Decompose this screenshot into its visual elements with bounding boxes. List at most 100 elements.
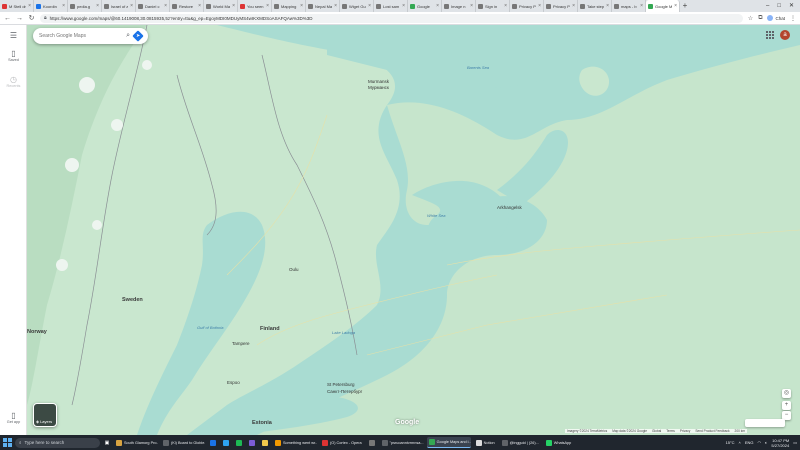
map-label-city[interactable]: Oulu	[289, 267, 299, 272]
footer-link[interactable]: Privacy	[680, 429, 690, 433]
browser-tab[interactable]: Privacy Po×	[544, 0, 578, 12]
close-tab-icon[interactable]: ×	[62, 3, 65, 9]
browser-tab[interactable]: Israel of a ×	[102, 0, 136, 12]
task-view-icon[interactable]: ▣	[103, 439, 111, 447]
browser-tab[interactable]: Take step ×	[578, 0, 612, 12]
address-bar[interactable]: 🔒︎ https://www.google.com/maps/@60.14190…	[40, 13, 743, 23]
footer-link[interactable]: Imagery ©2024 TerraMetrics	[567, 429, 607, 433]
footer-link[interactable]: Map data ©2024 Google	[612, 429, 647, 433]
browser-tab[interactable]: pedia.g ×	[68, 0, 102, 12]
map-label-city[interactable]: Мурманск	[368, 85, 389, 90]
map-label-city[interactable]: Murmansk	[368, 79, 389, 84]
avatar[interactable]: a	[780, 30, 790, 40]
lock-icon[interactable]: 🔒︎	[44, 15, 47, 21]
browser-tab[interactable]: Sign in ×	[476, 0, 510, 12]
volume-icon[interactable]: 🔈︎	[765, 440, 767, 445]
map-label-water[interactable]: Gulf of Bothnia	[197, 325, 223, 330]
forward-icon[interactable]: →	[16, 15, 23, 22]
search-icon[interactable]: ⌕	[126, 32, 130, 40]
close-tab-icon[interactable]: ×	[606, 3, 609, 9]
weather-text[interactable]: 15°C	[726, 440, 735, 445]
close-tab-icon[interactable]: ×	[674, 3, 677, 9]
close-tab-icon[interactable]: ×	[538, 3, 541, 9]
zoom-in-button[interactable]: +	[782, 401, 791, 410]
map-label-country[interactable]: Norway	[27, 329, 47, 335]
new-tab-button[interactable]: +	[680, 0, 690, 12]
get-app-button[interactable]: ▯ Get app	[0, 411, 27, 424]
taskbar-app[interactable]	[234, 437, 244, 448]
browser-tab[interactable]: Lost sam ×	[374, 0, 408, 12]
close-tab-icon[interactable]: ×	[28, 3, 31, 9]
taskbar-app[interactable]	[367, 437, 377, 448]
close-tab-icon[interactable]: ×	[402, 3, 405, 9]
close-tab-icon[interactable]: ×	[504, 3, 507, 9]
recents-button[interactable]: ◷ Recents	[0, 75, 27, 88]
browser-tab[interactable]: maps - b ×	[612, 0, 646, 12]
layers-button[interactable]: ◈ Layers	[33, 403, 57, 427]
menu-icon[interactable]: ⋮	[790, 15, 796, 22]
footer-link[interactable]: 200 km	[735, 429, 745, 433]
close-tab-icon[interactable]: ×	[232, 3, 235, 9]
my-location-button[interactable]: ◎	[782, 389, 791, 398]
close-tab-icon[interactable]: ×	[130, 3, 133, 9]
back-icon[interactable]: ←	[4, 15, 11, 22]
map-label-water[interactable]: Lake Ladoga	[332, 330, 355, 335]
wifi-icon[interactable]: ◠	[758, 440, 762, 445]
browser-tab[interactable]: Koordin ×	[34, 0, 68, 12]
map-label-city[interactable]: Espoo	[227, 380, 240, 385]
taskbar-app[interactable]: (Ki) Board to Globle...	[161, 437, 205, 448]
taskbar-app[interactable]	[221, 437, 231, 448]
browser-tab[interactable]: M Stell dra×	[0, 0, 34, 12]
taskbar-app[interactable]: Something went wr...	[273, 437, 317, 448]
browser-tab[interactable]: Image n ×	[442, 0, 476, 12]
maximize-icon[interactable]: □	[777, 0, 781, 12]
browser-tab[interactable]: Wiget Gu ×	[340, 0, 374, 12]
directions-icon[interactable]: ➤	[132, 30, 144, 42]
menu-button[interactable]: ☰	[0, 31, 27, 40]
windows-start-icon[interactable]	[3, 438, 12, 447]
taskbar-app[interactable]: @ingguid | (26)...	[500, 437, 541, 448]
map-label-city[interactable]: Arkhangelsk	[497, 205, 522, 210]
taskbar-app[interactable]	[247, 437, 257, 448]
close-tab-icon[interactable]: ×	[164, 3, 167, 9]
browser-tab[interactable]: Mapping ×	[272, 0, 306, 12]
browser-tab[interactable]: Nepal Ma ×	[306, 0, 340, 12]
close-tab-icon[interactable]: ×	[198, 3, 201, 9]
close-tab-icon[interactable]: ×	[368, 3, 371, 9]
close-icon[interactable]: ✕	[789, 0, 794, 12]
map-label-city[interactable]: Санкт-Петербург	[327, 389, 362, 394]
close-tab-icon[interactable]: ×	[300, 3, 303, 9]
pegman-strip[interactable]	[745, 419, 785, 427]
chat-button[interactable]: Chat	[767, 15, 785, 21]
browser-tab[interactable]: You seen ×	[238, 0, 272, 12]
close-tab-icon[interactable]: ×	[640, 3, 643, 9]
map-label-city[interactable]: St Petersburg	[327, 382, 355, 387]
close-tab-icon[interactable]: ×	[436, 3, 439, 9]
browser-tab[interactable]: Privacy Po×	[510, 0, 544, 12]
footer-link[interactable]: Terms	[666, 429, 675, 433]
apps-grid-icon[interactable]	[766, 31, 774, 39]
close-tab-icon[interactable]: ×	[266, 3, 269, 9]
taskbar-app[interactable]	[208, 437, 218, 448]
extensions-icon[interactable]: ⧉	[758, 15, 762, 22]
browser-tab[interactable]: Google M ×	[646, 0, 680, 12]
footer-link[interactable]: Send Product Feedback	[695, 429, 729, 433]
taskbar-app[interactable]: Notion	[474, 437, 497, 448]
taskbar-app[interactable]: "psruoanntvrmnsa...	[380, 437, 424, 448]
browser-tab[interactable]: World Ma ×	[204, 0, 238, 12]
minimize-icon[interactable]: –	[766, 0, 769, 12]
browser-tab[interactable]: Restore ×	[170, 0, 204, 12]
browser-tab[interactable]: Daniel c ×	[136, 0, 170, 12]
map-label-city[interactable]: Tampere	[232, 341, 250, 346]
map-label-country[interactable]: Estonia	[252, 420, 272, 426]
footer-link[interactable]: Global	[652, 429, 661, 433]
map-label-country[interactable]: Finland	[260, 326, 280, 332]
clock[interactable]: 10:47 PM 5/27/2024	[771, 438, 789, 448]
reload-icon[interactable]: ↻	[28, 14, 35, 22]
close-tab-icon[interactable]: ×	[334, 3, 337, 9]
map-label-water[interactable]: Barents Sea	[467, 65, 489, 70]
star-icon[interactable]: ☆	[748, 15, 753, 22]
taskbar-app[interactable]: South Glamorg Pro...	[114, 437, 158, 448]
search-input[interactable]	[39, 33, 123, 39]
taskbar-app[interactable]: Google Maps and i...	[426, 437, 471, 448]
